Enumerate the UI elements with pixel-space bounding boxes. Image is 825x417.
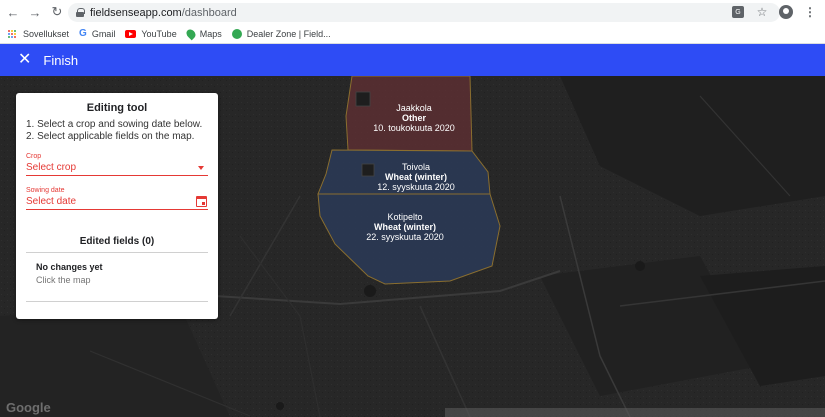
bookmark-star-icon[interactable]: ☆ — [753, 3, 771, 21]
crop-select[interactable]: Select crop — [26, 160, 208, 176]
close-icon[interactable]: ✕ — [18, 52, 31, 68]
field-label-jaakkola[interactable]: Jaakkola Other 10. toukokuuta 2020 — [373, 103, 455, 133]
sowing-date-input[interactable]: Select date — [26, 194, 208, 210]
bookmark-apps[interactable]: Sovellukset — [8, 29, 69, 39]
calendar-icon[interactable] — [196, 196, 207, 207]
lock-icon — [76, 8, 85, 17]
edited-fields-list: No changes yet Click the map — [26, 262, 208, 285]
sowing-date-label: Sowing date — [26, 187, 65, 194]
sowing-date-group: Sowing date Select date — [26, 187, 208, 210]
click-map-hint: Click the map — [36, 275, 91, 285]
bookmark-dealer-zone[interactable]: Dealer Zone | Field... — [231, 28, 331, 39]
bookmark-gmail[interactable]: G Gmail — [79, 28, 115, 39]
apps-icon — [8, 29, 18, 38]
forward-arrow-icon[interactable]: → — [24, 1, 46, 23]
edited-fields-title: Edited fields (0) — [26, 236, 208, 253]
address-bar[interactable]: fieldsenseapp.com/dashboard — [68, 3, 780, 22]
crop-label: Crop — [26, 153, 42, 160]
no-changes-text: No changes yet — [36, 262, 103, 272]
profile-icon[interactable] — [777, 3, 795, 21]
dropdown-arrow-icon — [198, 166, 204, 170]
google-logo: Google — [6, 400, 51, 415]
map-attribution-bar — [445, 408, 825, 417]
panel-title: Editing tool — [86, 102, 148, 114]
bookmarks-bar: Sovellukset G Gmail YouTube Maps Dealer … — [0, 24, 825, 44]
crop-select-group: Crop Select crop — [26, 153, 208, 176]
youtube-icon — [125, 29, 137, 38]
maps-icon — [184, 27, 198, 40]
field-label-toivola[interactable]: Toivola Wheat (winter) 12. syyskuuta 202… — [377, 162, 455, 192]
finish-button[interactable]: Finish — [43, 53, 78, 68]
reload-icon[interactable]: ↻ — [46, 1, 68, 23]
browser-toolbar: ← → ↻ fieldsenseapp.com/dashboard G ☆ ⋮ — [0, 0, 825, 24]
bookmark-maps[interactable]: Maps — [184, 27, 222, 40]
url-text: fieldsenseapp.com/dashboard — [90, 6, 237, 19]
instructions: 1. Select a crop and sowing date below. … — [26, 119, 203, 142]
editing-tool-panel: Editing tool 1. Select a crop and sowing… — [16, 93, 218, 319]
bookmark-youtube[interactable]: YouTube — [125, 29, 177, 39]
menu-kebab-icon[interactable]: ⋮ — [801, 3, 819, 21]
translate-icon[interactable]: G — [729, 3, 747, 21]
field-label-kotipelto[interactable]: Kotipelto Wheat (winter) 22. syyskuuta 2… — [366, 212, 444, 242]
google-icon: G — [79, 28, 87, 39]
divider — [26, 301, 208, 302]
dealer-zone-icon — [231, 28, 242, 39]
back-arrow-icon[interactable]: ← — [2, 1, 24, 23]
app-bar: ✕ Finish — [0, 44, 825, 76]
